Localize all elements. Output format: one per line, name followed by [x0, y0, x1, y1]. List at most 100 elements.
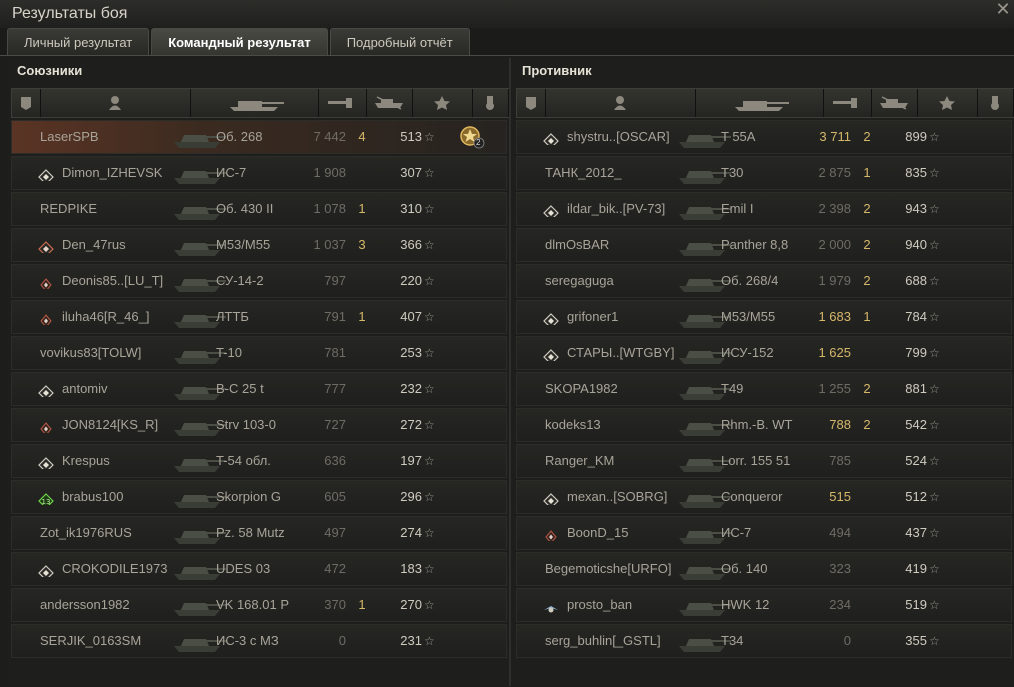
kills-column-header[interactable]	[366, 89, 413, 117]
damage-column-header[interactable]	[823, 89, 872, 117]
enemy-row[interactable]: serg_buhlin[_GSTL] T34 0 355 ☆	[516, 624, 1012, 658]
ally-row[interactable]: REDPIKE Об. 430 II 1 078 1 310 ☆	[11, 192, 507, 226]
damage-value: 788	[829, 417, 851, 432]
enemy-row[interactable]: seregaguga Об. 268/4 1 979 2 688 ☆	[516, 264, 1012, 298]
squad-column-header[interactable]	[12, 89, 41, 117]
ally-row[interactable]: antomiv B-C 25 t 777 232 ☆	[11, 372, 507, 406]
svg-text:13: 13	[42, 498, 51, 505]
ally-row[interactable]: andersson1982 VK 168.01 P 370 1 270 ☆	[11, 588, 507, 622]
damage-value: 1 037	[313, 237, 346, 252]
damage-value: 1 078	[313, 201, 346, 216]
damage-column-header[interactable]	[318, 89, 367, 117]
xp-column-header[interactable]	[917, 89, 978, 117]
enemy-row[interactable]: ТАНК_2012_ T30 2 875 1 835 ☆	[516, 156, 1012, 190]
player-name: Dimon_IZHEVSK	[62, 165, 163, 180]
tab-team-result[interactable]: Командный результат	[151, 28, 328, 56]
enemies-title: Противник	[522, 63, 592, 78]
player-name: Ranger_KM	[545, 453, 615, 468]
enemy-row[interactable]: ildar_bik..[PV-73] Emil I2 398 2 943 ☆	[516, 192, 1012, 226]
kills-value	[857, 625, 877, 657]
xp-value: 784	[905, 309, 927, 324]
kills-value	[352, 337, 372, 369]
kills-value	[857, 589, 877, 621]
medal-column-header[interactable]	[472, 89, 509, 117]
ally-row[interactable]: Zot_ik1976RUS Pz. 58 Mutz 497 274 ☆	[11, 516, 507, 550]
close-icon[interactable]: ✕	[994, 0, 1012, 18]
ally-row[interactable]: iluha46[R_46_] ЛТТБ 791 1 407 ☆	[11, 300, 507, 334]
xp-value: 232	[400, 381, 422, 396]
xp-star-icon: ☆	[929, 490, 940, 504]
xp-star-icon: ☆	[929, 382, 940, 396]
player-name: LaserSPB	[40, 129, 99, 144]
kills-value: 1	[358, 597, 366, 612]
xp-value: 519	[905, 597, 927, 612]
kills-value: 2	[863, 417, 871, 432]
medal-column-header[interactable]	[977, 89, 1014, 117]
damage-value: 0	[338, 633, 346, 648]
ally-row[interactable]: JON8124[KS_R] Strv 103-0 727 272 ☆	[11, 408, 507, 442]
ally-row[interactable]: 13 brabus100 Skorpion G 605 296 ☆	[11, 480, 507, 514]
allies-header	[11, 88, 509, 118]
player-name: СТАРЫ..[WTGBY]	[567, 345, 675, 360]
tank-column-header[interactable]	[190, 89, 319, 117]
damage-value: 494	[829, 525, 851, 540]
enemy-row[interactable]: prosto_ban HWK 12 234 519 ☆	[516, 588, 1012, 622]
enemy-row[interactable]: mexan..[SOBRG] Conqueror 515 512 ☆	[516, 480, 1012, 514]
tank-column-header[interactable]	[695, 89, 824, 117]
enemy-row[interactable]: kodeks13 Rhm.-B. WT 788 2 542 ☆	[516, 408, 1012, 442]
kills-column-header[interactable]	[871, 89, 918, 117]
platoon-diamond-red-icon	[38, 241, 54, 253]
medal-count: 2	[476, 138, 481, 147]
ally-row[interactable]: Den_47rus M53/M55 1 037 3 366 ☆	[11, 228, 507, 262]
player-status-slot	[38, 237, 54, 253]
enemy-row[interactable]: СТАРЫ..[WTGBY] ИСУ-152 1 625 799 ☆	[516, 336, 1012, 370]
xp-value: 270	[400, 597, 422, 612]
enemy-row[interactable]: SKOPA1982 T49 1 255 2 881 ☆	[516, 372, 1012, 406]
player-column-header[interactable]	[40, 89, 191, 117]
xp-star-icon: ☆	[424, 166, 435, 180]
xp-star-icon: ☆	[424, 130, 435, 144]
ally-row[interactable]: SERJIK_0163SM ИС-3 с МЗ 0 231 ☆	[11, 624, 507, 658]
damage-value: 7 442	[313, 129, 346, 144]
xp-star-icon: ☆	[929, 238, 940, 252]
tab-detailed-report[interactable]: Подробный отчёт	[329, 28, 470, 56]
kills-value	[857, 517, 877, 549]
enemy-row[interactable]: shystru..[OSCAR] T 55A 3 711 2 899 ☆	[516, 120, 1012, 154]
ally-row[interactable]: vovikus83[TOLW] T-10 781 253 ☆	[11, 336, 507, 370]
enemy-row[interactable]: dlmOsBAR Panther 8,8 2 000 2 940 ☆	[516, 228, 1012, 262]
xp-column-icon	[939, 96, 955, 110]
enemy-row[interactable]: grifoner1 M53/M55 1 683 1 784 ☆	[516, 300, 1012, 334]
enemy-row[interactable]: Begemoticshe[URFO] Об. 140 323 419 ☆	[516, 552, 1012, 586]
allies-list: LaserSPB Об. 268 7 442 4 513 ☆ 2 Dimon_IZHEVSK И…	[11, 120, 507, 660]
damage-value: 497	[324, 525, 346, 540]
xp-star-icon: ☆	[929, 454, 940, 468]
player-column-icon	[614, 96, 626, 110]
xp-star-icon: ☆	[424, 634, 435, 648]
medal-icon[interactable]: 2	[458, 124, 486, 150]
xp-value: 943	[905, 201, 927, 216]
xp-star-icon: ☆	[929, 346, 940, 360]
medal-column-icon	[991, 96, 999, 110]
player-status-slot	[543, 201, 559, 217]
ally-row[interactable]: Dimon_IZHEVSK ИС-7 1 908 307 ☆	[11, 156, 507, 190]
enemy-row[interactable]: Ranger_KM Lorr. 155 51 785 524 ☆	[516, 444, 1012, 478]
tab-personal-result[interactable]: Личный результат	[7, 28, 150, 56]
enemy-row[interactable]: BoonD_15 ИС-7 494 437 ☆	[516, 516, 1012, 550]
player-name: SERJIK_0163SM	[40, 633, 142, 648]
xp-column-header[interactable]	[412, 89, 473, 117]
damage-value: 777	[324, 381, 346, 396]
ally-row[interactable]: Deonis85..[LU_T] СУ-14-2 797 220 ☆	[11, 264, 507, 298]
player-status-slot	[38, 309, 54, 325]
ally-row[interactable]: Krespus T-54 обл. 636 197 ☆	[11, 444, 507, 478]
platoon-diamond-icon	[38, 565, 54, 577]
wings-emblem-icon	[544, 606, 558, 613]
ally-row[interactable]: CROKODILE1973 UDES 03 472 183 ☆	[11, 552, 507, 586]
player-column-header[interactable]	[545, 89, 696, 117]
damage-value: 0	[843, 633, 851, 648]
xp-star-icon: ☆	[424, 562, 435, 576]
kills-value	[352, 517, 372, 549]
squad-column-header[interactable]	[517, 89, 546, 117]
damage-value: 797	[324, 273, 346, 288]
ally-row[interactable]: LaserSPB Об. 268 7 442 4 513 ☆ 2	[11, 120, 507, 154]
platoon-diamond-icon	[38, 457, 54, 469]
